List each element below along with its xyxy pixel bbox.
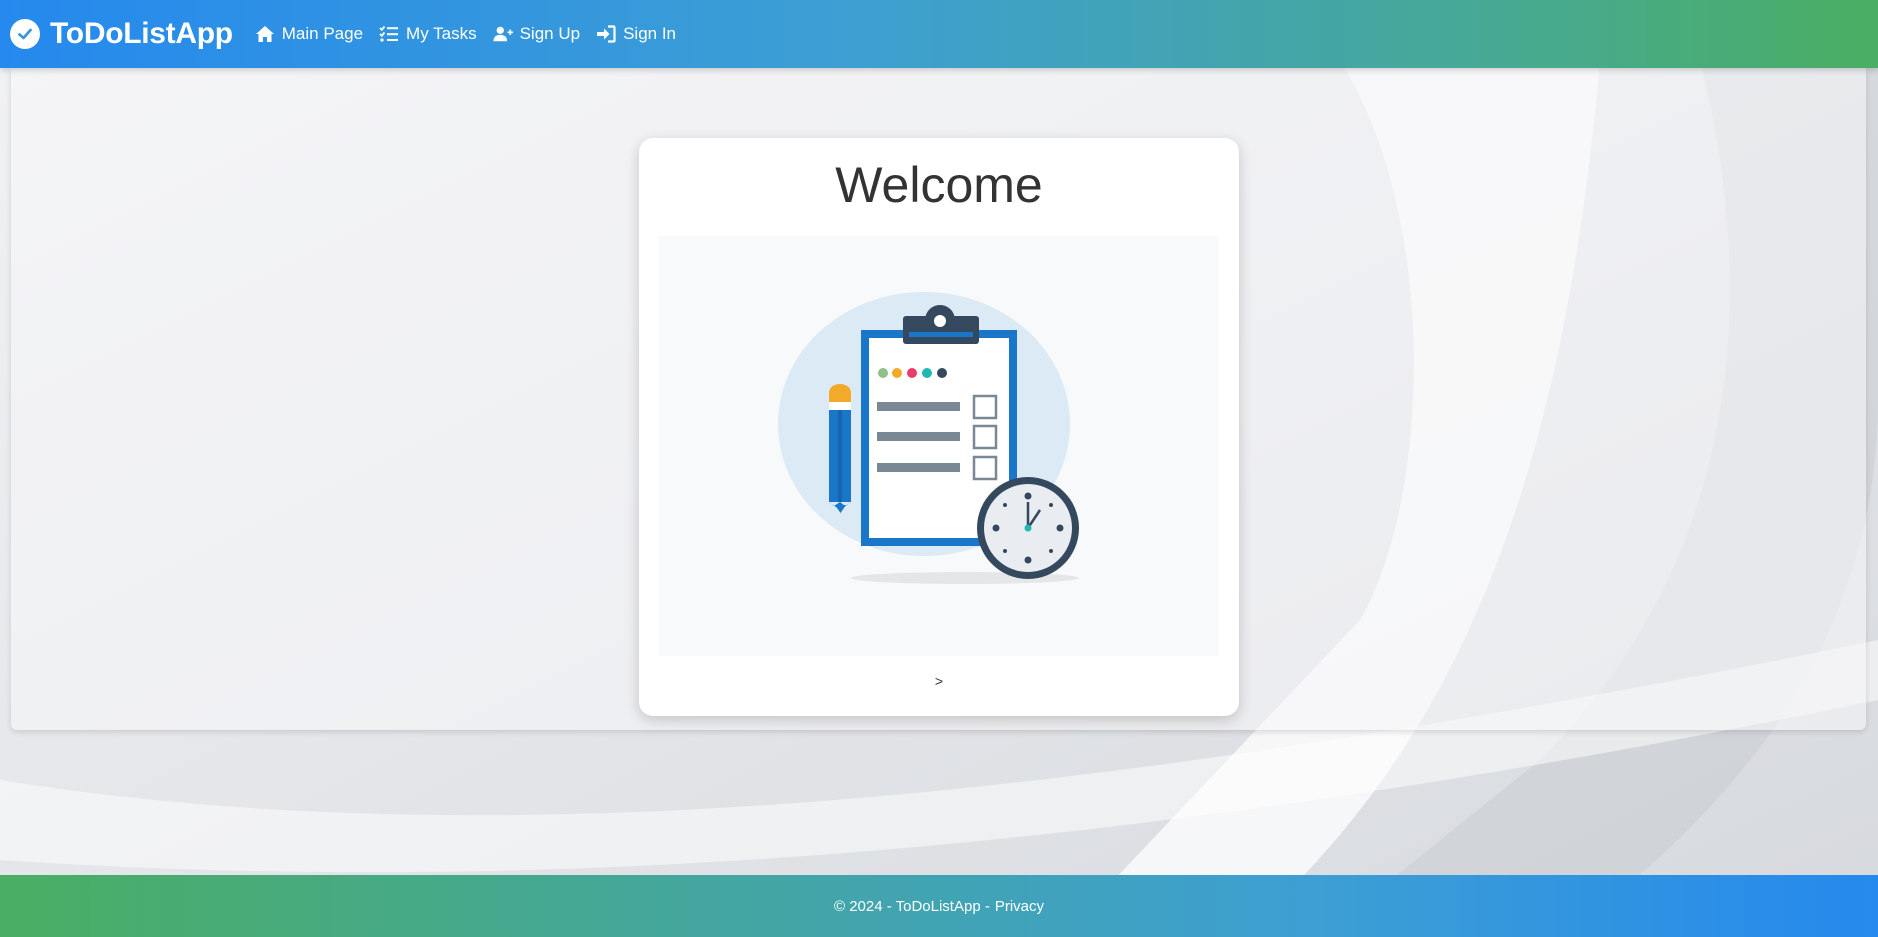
nav-sign-in-label: Sign In xyxy=(623,24,677,43)
nav-main-page[interactable]: Main Page xyxy=(255,24,363,44)
task-list-icon xyxy=(379,25,399,43)
nav-sign-up[interactable]: Sign Up xyxy=(493,24,580,44)
user-plus-icon xyxy=(493,25,513,43)
nav-my-tasks[interactable]: My Tasks xyxy=(379,24,477,44)
illustration-caption: > xyxy=(934,673,944,689)
clock-icon xyxy=(977,477,1079,579)
todo-illustration xyxy=(659,236,1219,656)
nav-sign-up-label: Sign Up xyxy=(519,24,581,43)
page-footer: © 2024 - ToDoListApp - Privacy xyxy=(0,875,1878,937)
footer-copyright: © 2024 - ToDoListApp - xyxy=(833,897,990,915)
main-nav: Main Page My Tasks Sign Up Sign In xyxy=(255,24,692,44)
privacy-link[interactable]: Privacy xyxy=(995,898,1044,915)
sign-in-icon xyxy=(596,25,616,43)
nav-my-tasks-label: My Tasks xyxy=(406,24,477,43)
brand-name: ToDoListApp xyxy=(50,17,233,50)
page-title: Welcome xyxy=(835,157,1043,213)
nav-main-page-label: Main Page xyxy=(281,24,364,43)
home-icon xyxy=(255,25,275,43)
top-navbar: ToDoListApp Main Page My Tasks Sign Up S… xyxy=(0,0,1878,68)
pencil-icon xyxy=(829,384,851,513)
welcome-card: Welcome > xyxy=(639,138,1239,716)
brand-link[interactable]: ToDoListApp xyxy=(10,0,233,68)
check-circle-icon xyxy=(10,19,40,49)
nav-sign-in[interactable]: Sign In xyxy=(596,24,676,44)
